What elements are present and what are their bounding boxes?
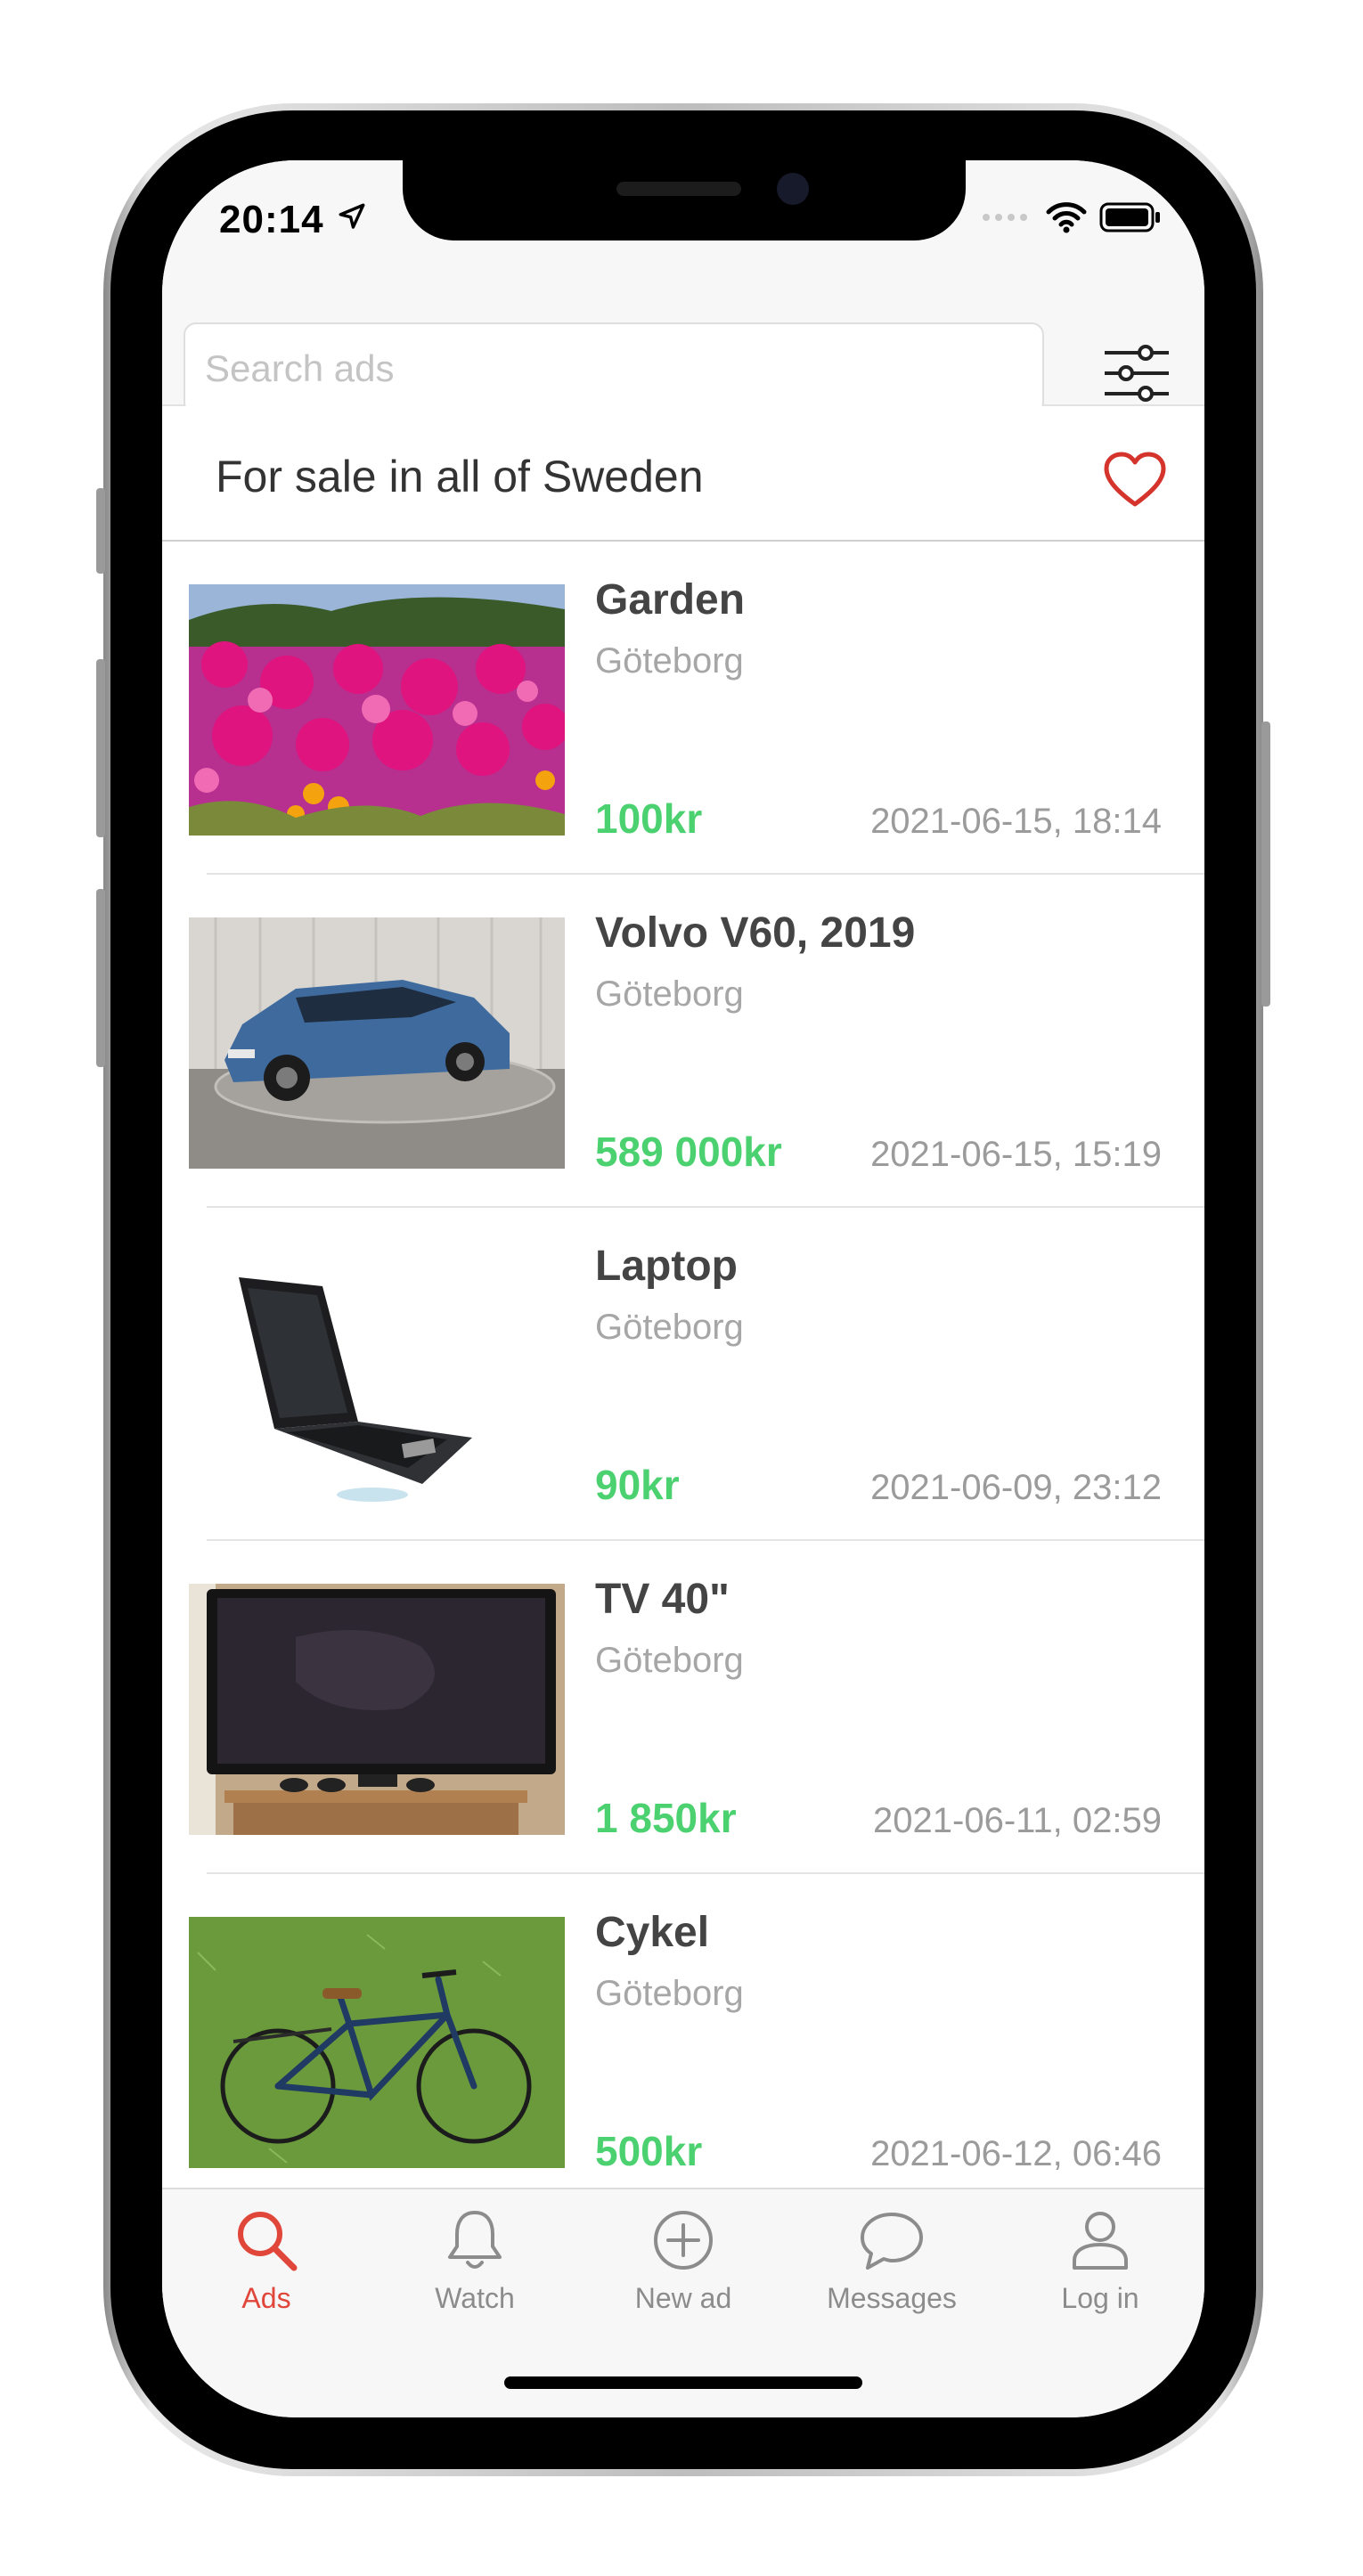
- ad-image-garden: [189, 584, 565, 836]
- ad-price: 1 850kr: [595, 1795, 737, 1841]
- tab-label: Messages: [827, 2282, 957, 2314]
- ad-price: 589 000kr: [595, 1129, 782, 1175]
- section-header: For sale in all of Sweden: [162, 406, 1204, 542]
- ad-date: 2021-06-15, 18:14: [870, 802, 1162, 841]
- section-title: For sale in all of Sweden: [216, 452, 704, 501]
- chat-bubble-icon: [861, 2213, 923, 2270]
- user-icon: [1073, 2212, 1128, 2270]
- tab-new-ad[interactable]: New ad: [579, 2189, 788, 2341]
- ad-title: Laptop: [595, 1243, 738, 1290]
- ad-price: 100kr: [595, 795, 703, 842]
- home-indicator[interactable]: [504, 2376, 862, 2389]
- ad-location: Göteborg: [595, 1308, 744, 1347]
- ad-image-tv: [189, 1584, 565, 1835]
- ad-date: 2021-06-12, 06:46: [870, 2134, 1162, 2173]
- ad-location: Göteborg: [595, 641, 744, 681]
- favorites-button[interactable]: [1103, 451, 1167, 509]
- ad-price: 500kr: [595, 2128, 703, 2174]
- ad-list: Garden Göteborg 100kr 2021-06-15, 18:14: [162, 542, 1204, 2179]
- filter-button[interactable]: [1101, 344, 1172, 403]
- ad-title: Cykel: [595, 1909, 710, 1956]
- mute-switch: [96, 488, 105, 574]
- tab-label: Ads: [241, 2282, 291, 2314]
- ad-title: TV 40": [595, 1576, 730, 1623]
- tab-watch[interactable]: Watch: [371, 2189, 579, 2341]
- status-time: 20:14: [219, 198, 324, 241]
- tab-label: New ad: [634, 2282, 732, 2314]
- search-icon: [238, 2212, 298, 2271]
- ad-list-item[interactable]: Laptop Göteborg 90kr 2021-06-09, 23:12: [162, 1208, 1204, 1541]
- volume-up-button: [96, 659, 105, 837]
- ad-title: Garden: [595, 576, 746, 624]
- tab-label: Watch: [435, 2282, 515, 2314]
- power-button: [1261, 721, 1270, 1007]
- ad-list-item[interactable]: Garden Göteborg 100kr 2021-06-15, 18:14: [162, 542, 1204, 875]
- ad-date: 2021-06-15, 15:19: [870, 1135, 1162, 1174]
- plus-circle-icon: [654, 2211, 713, 2270]
- bell-icon: [448, 2211, 502, 2269]
- ad-price: 90kr: [595, 1462, 680, 1508]
- search-input[interactable]: [184, 322, 1044, 415]
- ad-location: Göteborg: [595, 1641, 744, 1680]
- signal-icon: [983, 214, 1027, 221]
- tab-ads[interactable]: Ads: [162, 2189, 371, 2341]
- battery-icon: [1099, 202, 1160, 232]
- tab-log-in[interactable]: Log in: [996, 2189, 1204, 2341]
- front-camera: [777, 173, 809, 205]
- ad-list-item[interactable]: Volvo V60, 2019 Göteborg 589 000kr 2021-…: [162, 875, 1204, 1208]
- heart-icon: [1104, 452, 1166, 507]
- volume-down-button: [96, 889, 105, 1067]
- sliders-icon: [1105, 345, 1169, 402]
- ad-title: Volvo V60, 2019: [595, 909, 916, 957]
- camera-notch: [403, 160, 966, 240]
- ad-location: Göteborg: [595, 1974, 744, 2013]
- app-screen: 20:14 Search ads For sale in all of Swed…: [162, 160, 1204, 2417]
- wifi-icon: [1046, 202, 1087, 233]
- ad-image-laptop: [189, 1251, 565, 1502]
- ad-location: Göteborg: [595, 974, 744, 1014]
- location-arrow-icon: [339, 203, 365, 229]
- tab-label: Log in: [1061, 2282, 1139, 2314]
- ad-date: 2021-06-09, 23:12: [870, 1468, 1162, 1507]
- ad-list-item[interactable]: Cykel Göteborg 500kr 2021-06-12, 06:46: [162, 1874, 1204, 2179]
- ad-list-item[interactable]: TV 40" Göteborg 1 850kr 2021-06-11, 02:5…: [162, 1541, 1204, 1874]
- ad-date: 2021-06-11, 02:59: [873, 1801, 1162, 1840]
- earpiece-speaker: [616, 182, 741, 196]
- ad-image-bicycle: [189, 1917, 565, 2168]
- search-header: [162, 294, 1204, 415]
- ad-image-volvo: [189, 917, 565, 1169]
- tab-messages[interactable]: Messages: [788, 2189, 996, 2341]
